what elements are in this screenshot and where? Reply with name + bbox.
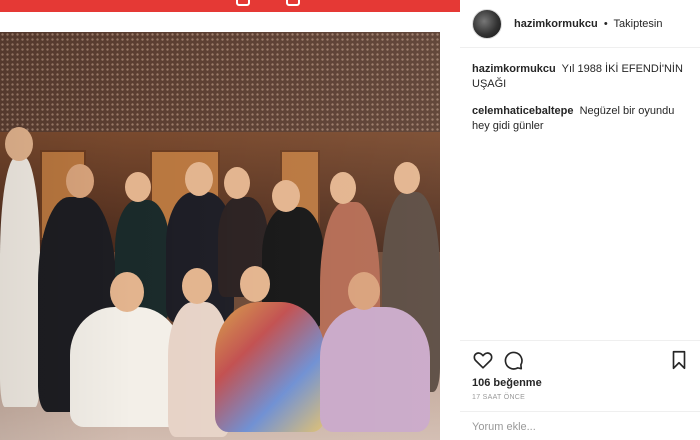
author-username[interactable]: hazimkormukcu [514, 18, 598, 30]
comment-username[interactable]: celemhaticebaltepe [472, 105, 574, 117]
follow-status[interactable]: Takiptesin [614, 18, 663, 30]
top-red-bar [0, 0, 460, 12]
post-timestamp: 17 SAAT ÖNCE [472, 394, 526, 401]
bookmark-icon[interactable] [668, 349, 690, 371]
post-sidebar: hazimkormukcu • Takiptesin hazimkormukcu… [460, 0, 700, 440]
comments-list: hazimkormukcu Yıl 1988 İKİ EFENDİ'NİN UŞ… [472, 62, 694, 146]
like-count[interactable]: 106 beğenme [472, 377, 542, 389]
photo-overlay [0, 32, 440, 440]
top-bar-shape [286, 0, 300, 6]
action-bar [472, 349, 688, 373]
caption: hazimkormukcu Yıl 1988 İKİ EFENDİ'NİN UŞ… [472, 62, 694, 92]
caption-username[interactable]: hazimkormukcu [472, 63, 556, 75]
list-item: celemhaticebaltepe Negüzel bir oyundu he… [472, 104, 694, 134]
header-text: hazimkormukcu • Takiptesin [514, 18, 662, 30]
comment-bubble-icon[interactable] [502, 349, 524, 371]
heart-icon[interactable] [472, 349, 494, 371]
post-header: hazimkormukcu • Takiptesin [460, 0, 700, 48]
avatar[interactable] [472, 8, 502, 39]
comment-input[interactable] [472, 418, 682, 435]
instagram-post: hazimkormukcu • Takiptesin hazimkormukcu… [0, 0, 700, 440]
top-bar-shape [236, 0, 250, 6]
post-photo[interactable] [0, 32, 440, 440]
separator-dot: • [603, 17, 608, 30]
post-media [0, 0, 460, 440]
post-actions-section: 106 beğenme 17 SAAT ÖNCE [460, 340, 700, 401]
add-comment-section [460, 411, 700, 440]
